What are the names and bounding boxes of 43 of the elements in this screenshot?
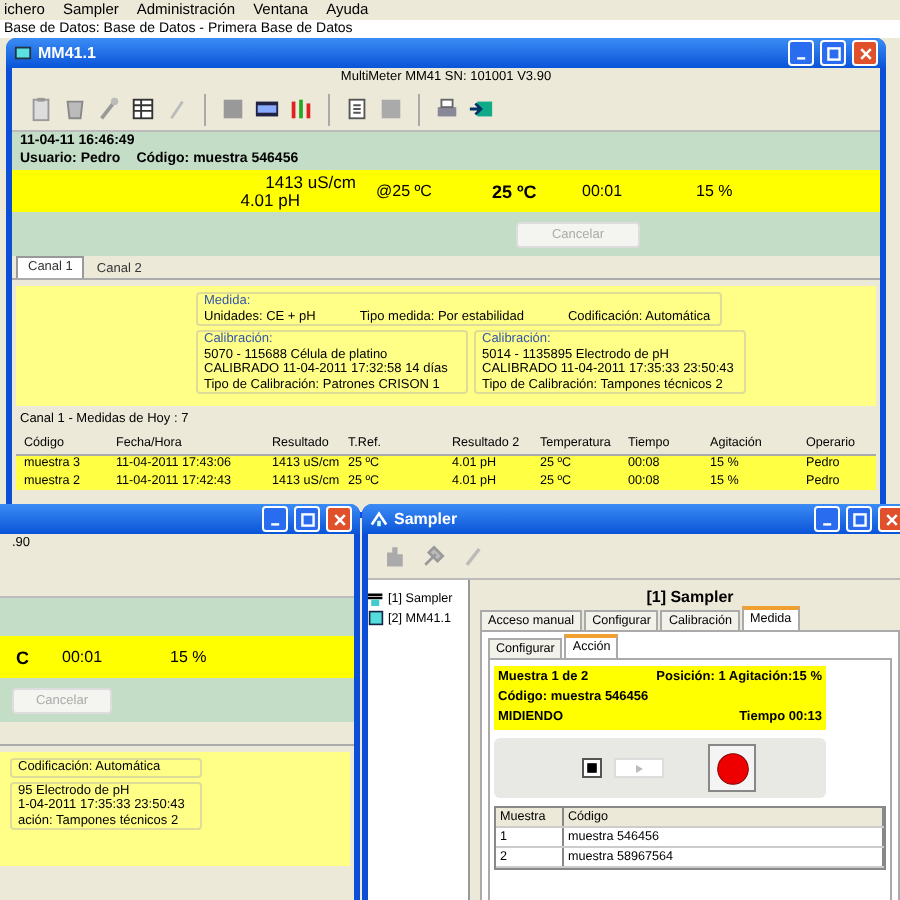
window-title: MM41.1 (38, 44, 96, 62)
stop-icon (586, 762, 598, 774)
window-title: Sampler (394, 510, 458, 528)
clip-icon[interactable] (28, 96, 54, 122)
minimize-button[interactable] (814, 506, 840, 532)
record-button[interactable] (708, 744, 756, 792)
close-icon (857, 45, 873, 61)
agitation-reading: 15 % (696, 182, 733, 200)
maximize-icon (851, 511, 867, 527)
conductivity-reading: 1413 uS/cm (265, 173, 356, 191)
meter-icon (368, 610, 384, 626)
cup-icon[interactable] (62, 96, 88, 122)
panel-title: [1] Sampler (644, 588, 736, 608)
time-reading: 00:01 (582, 182, 625, 200)
close-icon (331, 511, 347, 527)
maximize-button[interactable] (294, 506, 320, 532)
maximize-icon (825, 45, 841, 61)
reference-temperature: @25 ºC (376, 182, 434, 200)
play-icon (634, 763, 644, 773)
minimize-button[interactable] (788, 40, 814, 66)
doc-icon[interactable] (344, 96, 370, 122)
time-reading: 00:01 (62, 648, 105, 666)
record-icon (715, 751, 749, 785)
tool-icon[interactable] (420, 542, 448, 570)
maximize-button[interactable] (846, 506, 872, 532)
printer-icon[interactable] (434, 96, 460, 122)
grid-icon[interactable] (130, 96, 156, 122)
minimize-button[interactable] (262, 506, 288, 532)
close-button[interactable] (326, 506, 352, 532)
stop-button[interactable] (582, 758, 602, 778)
close-icon (883, 511, 899, 527)
maximize-icon (299, 511, 315, 527)
ph-reading: 4.01 pH (240, 191, 300, 209)
square-icon[interactable] (220, 96, 246, 122)
close-button[interactable] (878, 506, 900, 532)
temperature-reading: C (16, 647, 31, 667)
close-button[interactable] (852, 40, 878, 66)
wand-icon[interactable] (96, 96, 122, 122)
temperature-reading: 25 ºC (492, 181, 539, 201)
agitation-reading: 15 % (170, 648, 207, 666)
export-icon[interactable] (468, 96, 494, 122)
window-icon (14, 44, 32, 62)
maximize-button[interactable] (820, 40, 846, 66)
